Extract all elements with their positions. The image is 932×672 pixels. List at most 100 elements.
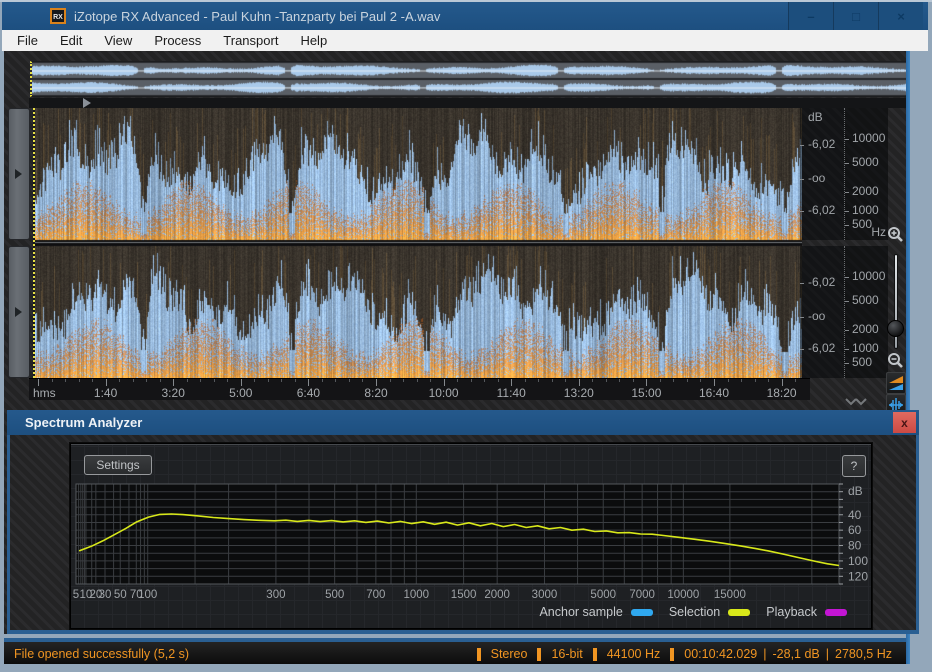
plot-db-unit: dB (848, 484, 863, 498)
frequency-label: 500 (852, 217, 872, 231)
spectrogram-view-button[interactable] (886, 372, 906, 394)
ruler-tick (782, 379, 783, 386)
legend-label: Anchor sample (539, 605, 622, 619)
ruler-tick (254, 379, 255, 382)
marker-strip[interactable] (29, 98, 910, 108)
channel1-tab[interactable] (8, 108, 30, 240)
legend-swatch (825, 609, 847, 616)
spectrum-analyzer-close-button[interactable]: x (893, 412, 916, 433)
plot-db-label: 40 (848, 508, 862, 522)
status-separator (593, 648, 597, 661)
channel2-arrow-icon (15, 307, 22, 317)
ruler-tick (619, 379, 620, 382)
waveform-overview[interactable] (30, 61, 910, 97)
ruler-tick (511, 379, 512, 386)
window-title: iZotope RX Advanced - Paul Kuhn -Tanzpar… (74, 9, 440, 24)
playhead-marker-icon[interactable] (83, 98, 91, 108)
menu-item-transport[interactable]: Transport (212, 30, 289, 51)
legend-label: Selection (669, 605, 720, 619)
frequency-scale: 10000500020001000500Hz (844, 108, 888, 240)
ruler-tick (714, 379, 715, 386)
plot-db-label: 80 (848, 539, 862, 553)
frequency-tick (845, 225, 849, 226)
menu-item-view[interactable]: View (93, 30, 143, 51)
ruler-tick (322, 379, 323, 382)
ruler-tick (200, 379, 201, 382)
ruler-tick (673, 379, 674, 382)
minimize-button[interactable]: – (788, 2, 833, 30)
ruler-tick (795, 379, 796, 382)
zoom-in-icon[interactable] (887, 226, 905, 244)
ruler-tick (119, 379, 120, 382)
frequency-label: 2000 (852, 322, 879, 336)
help-button[interactable]: ? (842, 455, 866, 477)
ruler-tick (52, 379, 53, 382)
time-label: 3:20 (162, 386, 185, 400)
status-cursor-level: -28,1 dB (773, 647, 820, 661)
plot-freq-label: 5 (73, 589, 79, 601)
ruler-tick (498, 379, 499, 382)
close-button[interactable]: × (878, 2, 923, 30)
plot-freq-label: 7000 (629, 589, 655, 601)
amplitude-tick (800, 349, 804, 350)
amplitude-label: -oo (808, 309, 825, 323)
plot-freq-label: 15000 (714, 589, 746, 601)
spectrogram[interactable] (33, 108, 802, 378)
ruler-tick (484, 379, 485, 382)
ruler-resize-icon[interactable] (842, 397, 870, 409)
spectrum-plot[interactable]: dB40608010012051020305070100300500700100… (71, 444, 871, 628)
zoom-out-icon[interactable] (887, 352, 905, 370)
frequency-tick (845, 192, 849, 193)
hz-unit-label: Hz (871, 225, 886, 239)
frequency-tick (845, 277, 849, 278)
settings-button[interactable]: Settings (84, 455, 152, 475)
channel2-tab[interactable] (8, 246, 30, 378)
ruler-tick (390, 379, 391, 382)
frequency-label: 5000 (852, 293, 879, 307)
ruler-tick (700, 379, 701, 382)
ruler-tick (362, 379, 363, 382)
frequency-tick (845, 349, 849, 350)
window-titlebar[interactable]: RX iZotope RX Advanced - Paul Kuhn -Tanz… (2, 2, 928, 30)
plot-freq-label: 30 (99, 589, 112, 601)
time-label: 15:00 (631, 386, 661, 400)
ruler-tick (633, 379, 634, 382)
plot-freq-label: 5000 (590, 589, 616, 601)
ruler-tick (146, 379, 147, 382)
ruler-tick (227, 379, 228, 382)
ruler-tick (349, 379, 350, 382)
ruler-tick (687, 379, 688, 382)
legend-item: Playback (766, 605, 847, 619)
spectrum-panel: dB40608010012051020305070100300500700100… (70, 443, 872, 629)
menu-item-edit[interactable]: Edit (49, 30, 93, 51)
amplitude-label: -oo (808, 171, 825, 185)
time-label: 18:20 (767, 386, 797, 400)
amplitude-label: -6,02 (808, 341, 835, 355)
time-label: 13:20 (564, 386, 594, 400)
overview-canvas[interactable] (32, 62, 908, 96)
time-label: 10:00 (429, 386, 459, 400)
amplitude-tick (800, 317, 804, 318)
time-ruler[interactable]: hms 1:403:205:006:408:2010:0011:4013:201… (29, 378, 810, 400)
spectrogram-canvas[interactable] (35, 108, 802, 378)
channel1-arrow-icon (15, 169, 22, 179)
frequency-label: 2000 (852, 184, 879, 198)
scale-channel2: -6,02-oo-6,0210000500020001000500 (800, 246, 890, 378)
zoom-slider-knob[interactable] (887, 320, 904, 337)
menu-item-help[interactable]: Help (289, 30, 338, 51)
plot-db-label: 60 (848, 523, 862, 537)
ruler-tick (579, 379, 580, 386)
ruler-tick (295, 379, 296, 382)
maximize-button[interactable]: □ (833, 2, 878, 30)
menu-item-process[interactable]: Process (143, 30, 212, 51)
ruler-tick (660, 379, 661, 382)
menu-item-file[interactable]: File (6, 30, 49, 51)
ruler-tick (741, 379, 742, 382)
spectrum-analyzer-window[interactable]: Spectrum Analyzer x dB406080100120510203… (7, 410, 919, 634)
ruler-tick (457, 379, 458, 382)
ruler-tick (646, 379, 647, 386)
ruler-tick (538, 379, 539, 382)
frequency-tick (845, 211, 849, 212)
spectrum-analyzer-titlebar[interactable]: Spectrum Analyzer x (7, 410, 919, 435)
ruler-tick (552, 379, 553, 382)
